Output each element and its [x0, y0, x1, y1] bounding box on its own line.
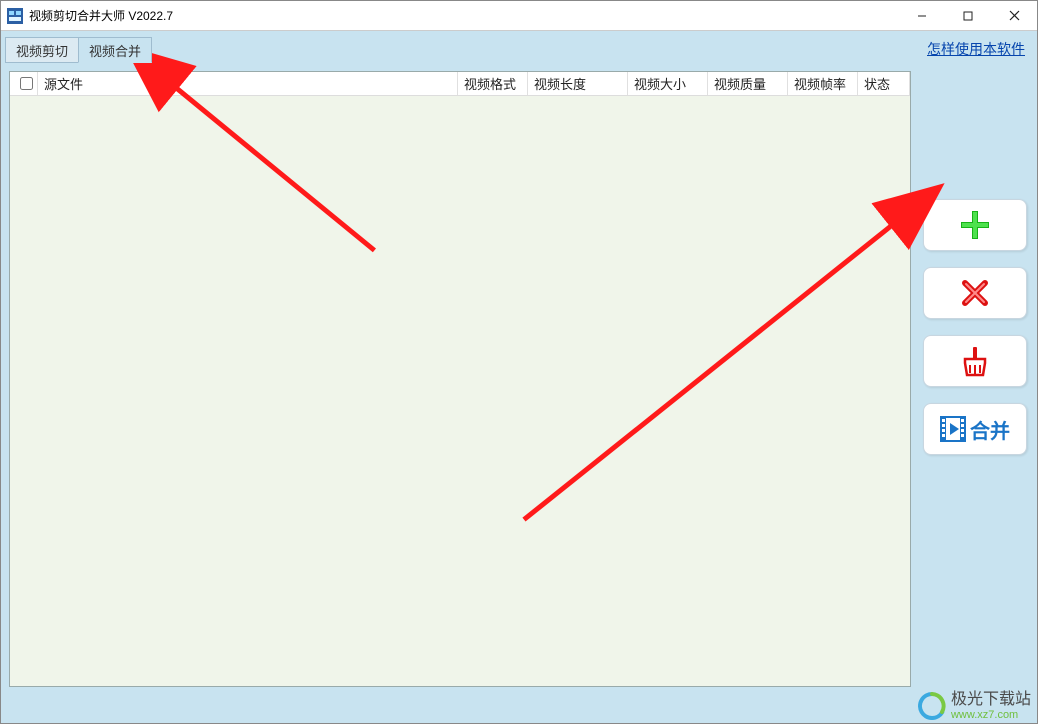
close-button[interactable] [991, 1, 1037, 30]
side-actions: 合并 [923, 199, 1027, 455]
watermark: 极光下载站 www.xz7.com [917, 691, 1031, 721]
remove-button[interactable] [923, 267, 1027, 319]
main-panel: 源文件 视频格式 视频长度 视频大小 视频质量 视频帧率 状态 [9, 71, 911, 687]
watermark-site-url: www.xz7.com [951, 709, 1031, 721]
plus-icon [958, 208, 992, 242]
maximize-button[interactable] [945, 1, 991, 30]
column-fps[interactable]: 视频帧率 [788, 72, 858, 95]
column-select-all[interactable] [10, 72, 38, 95]
watermark-logo-icon [917, 691, 947, 721]
table-header: 源文件 视频格式 视频长度 视频大小 视频质量 视频帧率 状态 [10, 72, 910, 96]
file-table: 源文件 视频格式 视频长度 视频大小 视频质量 视频帧率 状态 [9, 71, 911, 687]
column-source[interactable]: 源文件 [38, 72, 458, 95]
column-format[interactable]: 视频格式 [458, 72, 528, 95]
minimize-button[interactable] [899, 1, 945, 30]
add-button[interactable] [923, 199, 1027, 251]
app-body: 视频剪切 视频合并 怎样使用本软件 源文件 视频格式 视频长度 视频大小 视频质… [1, 31, 1037, 723]
broom-icon [959, 345, 991, 377]
column-quality[interactable]: 视频质量 [708, 72, 788, 95]
x-icon [960, 278, 990, 308]
select-all-checkbox[interactable] [20, 77, 33, 90]
film-icon [940, 416, 966, 442]
tab-merge[interactable]: 视频合并 [78, 37, 152, 63]
table-body[interactable] [10, 96, 910, 686]
merge-button[interactable]: 合并 [923, 403, 1027, 455]
column-status[interactable]: 状态 [858, 72, 910, 95]
titlebar: 视频剪切合并大师 V2022.7 [1, 1, 1037, 31]
help-link[interactable]: 怎样使用本软件 [927, 39, 1025, 59]
column-length[interactable]: 视频长度 [528, 72, 628, 95]
clear-button[interactable] [923, 335, 1027, 387]
column-size[interactable]: 视频大小 [628, 72, 708, 95]
app-icon [7, 8, 23, 24]
merge-button-label: 合并 [970, 415, 1010, 444]
tab-cut[interactable]: 视频剪切 [5, 37, 79, 63]
window-title: 视频剪切合并大师 V2022.7 [29, 7, 899, 24]
watermark-site-name: 极光下载站 [951, 691, 1031, 709]
tabs-row: 视频剪切 视频合并 怎样使用本软件 [5, 35, 1033, 63]
window-controls [899, 1, 1037, 30]
